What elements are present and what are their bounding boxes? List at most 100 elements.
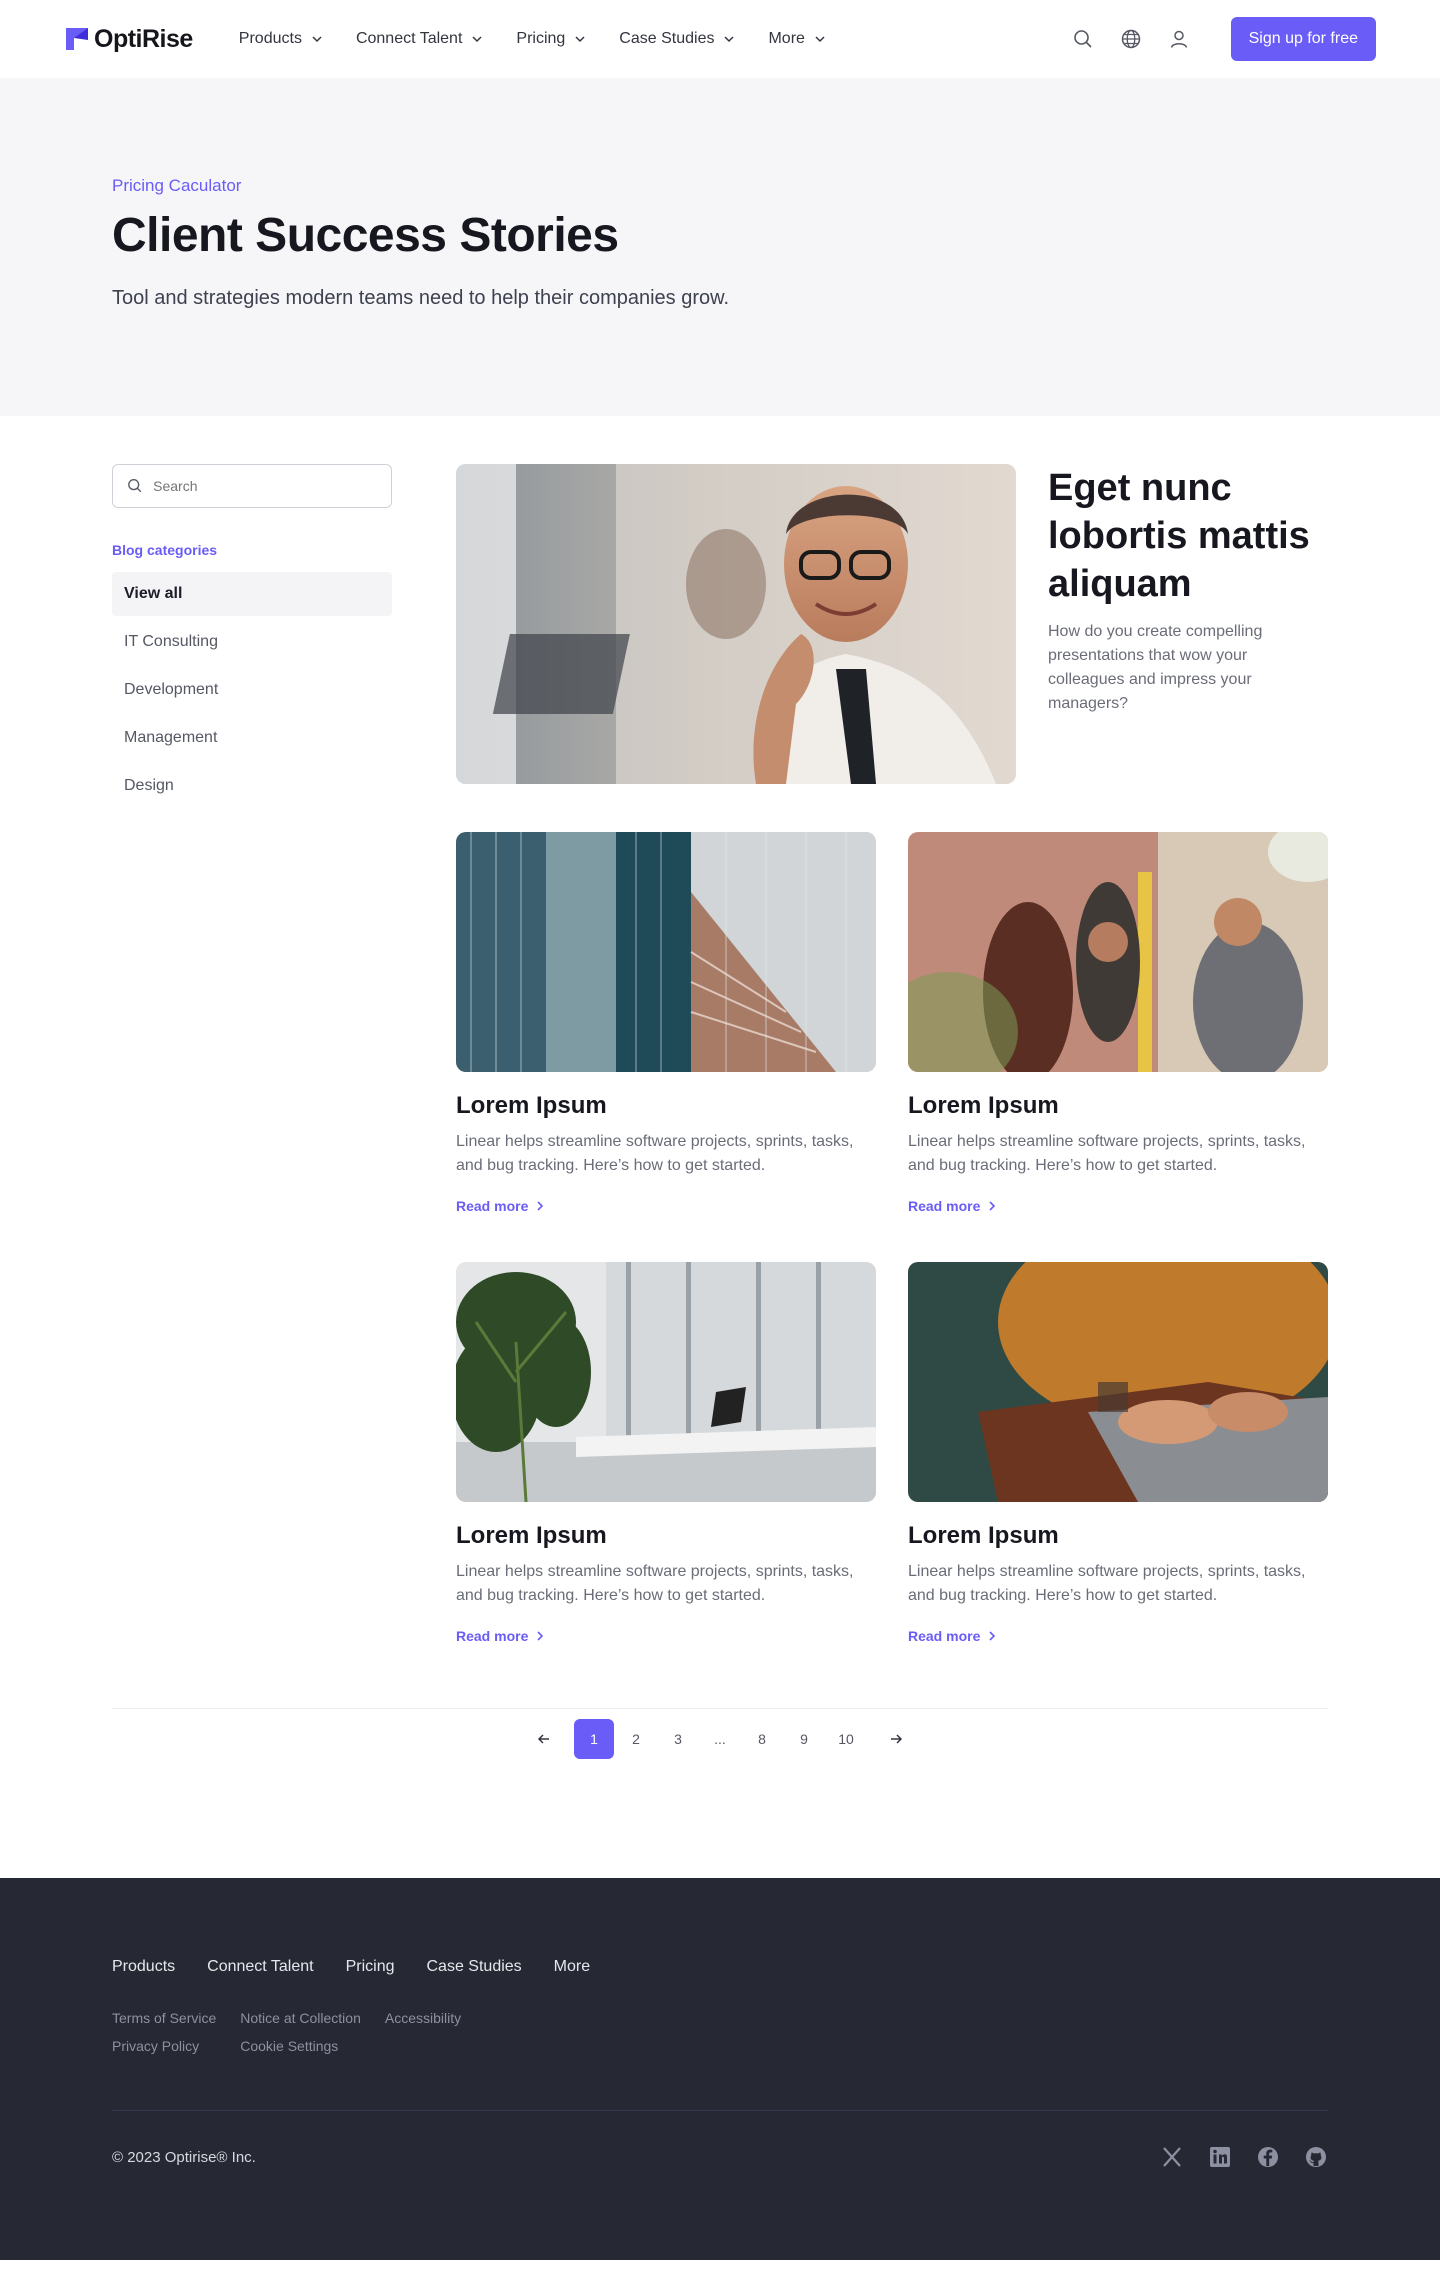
footer-bottom: © 2023 Optirise® Inc. — [112, 2110, 1328, 2169]
chevron-down-icon — [815, 36, 825, 43]
menu-connect-talent[interactable]: Connect Talent — [340, 19, 500, 59]
post-title[interactable]: Lorem Ipsum — [456, 1522, 876, 1550]
featured-title[interactable]: Eget nunc lobortis mattis aliquam — [1048, 464, 1328, 608]
footer-nav: Products Connect Talent Pricing Case Stu… — [112, 1958, 1328, 1976]
page-button[interactable]: 3 — [658, 1719, 698, 1759]
footer-link-more[interactable]: More — [554, 1958, 590, 1976]
footer: Products Connect Talent Pricing Case Stu… — [0, 1878, 1440, 2260]
post-card: Lorem Ipsum Linear helps streamline soft… — [908, 1262, 1328, 1644]
cookie-settings-link[interactable]: Cookie Settings — [240, 2038, 361, 2054]
page-button[interactable]: 8 — [742, 1719, 782, 1759]
featured-description: How do you create compelling presentatio… — [1048, 623, 1263, 712]
search-box[interactable] — [112, 464, 392, 508]
next-page-button[interactable] — [868, 1719, 924, 1759]
post-title[interactable]: Lorem Ipsum — [456, 1092, 876, 1120]
category-it-consulting[interactable]: IT Consulting — [112, 620, 392, 664]
category-development[interactable]: Development — [112, 668, 392, 712]
read-more-link[interactable]: Read more — [908, 1198, 1328, 1214]
post-grid: Lorem Ipsum Linear helps streamline soft… — [456, 832, 1328, 1644]
post-excerpt: Linear helps streamline software project… — [908, 1563, 1306, 1604]
read-more-label: Read more — [908, 1198, 981, 1214]
hero: Pricing Caculator Client Success Stories… — [0, 78, 1440, 416]
menu-products[interactable]: Products — [223, 19, 340, 59]
footer-link-products[interactable]: Products — [112, 1958, 175, 1976]
menu-case-studies[interactable]: Case Studies — [603, 19, 752, 59]
featured-post: Eget nunc lobortis mattis aliquam How do… — [456, 464, 1328, 784]
read-more-link[interactable]: Read more — [908, 1628, 1328, 1644]
post-image[interactable] — [456, 832, 876, 1072]
social-links — [1160, 2145, 1328, 2169]
github-icon[interactable] — [1304, 2145, 1328, 2169]
page-title: Client Success Stories — [112, 209, 619, 262]
post-excerpt: Linear helps streamline software project… — [456, 1133, 854, 1174]
menu-label: More — [768, 30, 805, 47]
prev-page-button[interactable] — [516, 1719, 572, 1759]
top-nav: OptiRise Products Connect Talent Pricing… — [0, 0, 1440, 78]
page-button[interactable]: 2 — [616, 1719, 656, 1759]
read-more-label: Read more — [456, 1628, 529, 1644]
globe-icon[interactable] — [1107, 19, 1155, 59]
read-more-link[interactable]: Read more — [456, 1198, 876, 1214]
menu-more[interactable]: More — [752, 19, 842, 59]
categories-title: Blog categories — [112, 542, 218, 558]
post-image[interactable] — [908, 1262, 1328, 1502]
menu-pricing[interactable]: Pricing — [500, 19, 603, 59]
page-button[interactable]: 1 — [574, 1719, 614, 1759]
menu-label: Connect Talent — [355, 30, 463, 47]
post-card: Lorem Ipsum Linear helps streamline soft… — [456, 1262, 876, 1644]
chevron-right-icon — [537, 1201, 544, 1211]
post-title[interactable]: Lorem Ipsum — [908, 1092, 1328, 1120]
hero-eyebrow: Pricing Caculator — [112, 176, 242, 195]
terms-link[interactable]: Terms of Service — [112, 2010, 216, 2026]
menu-label: Products — [238, 30, 302, 47]
chevron-down-icon — [312, 36, 322, 43]
chevron-right-icon — [989, 1631, 996, 1641]
post-title[interactable]: Lorem Ipsum — [908, 1522, 1328, 1550]
post-image[interactable] — [908, 832, 1328, 1072]
search-icon — [128, 479, 142, 493]
page-ellipsis: ... — [714, 1731, 726, 1747]
category-view-all[interactable]: View all — [112, 572, 392, 616]
post-excerpt: Linear helps streamline software project… — [908, 1133, 1306, 1174]
logo-icon — [64, 26, 90, 52]
arrow-left-icon — [537, 1734, 549, 1744]
page-button[interactable]: 10 — [826, 1719, 866, 1759]
post-image[interactable] — [456, 1262, 876, 1502]
read-more-label: Read more — [908, 1628, 981, 1644]
privacy-link[interactable]: Privacy Policy — [112, 2038, 216, 2054]
logo-text: OptiRise — [94, 24, 193, 53]
chevron-down-icon — [724, 36, 734, 43]
footer-link-pricing[interactable]: Pricing — [346, 1958, 395, 1976]
category-design[interactable]: Design — [112, 764, 392, 808]
search-icon[interactable] — [1059, 19, 1107, 59]
copyright: © 2023 Optirise® Inc. — [112, 2148, 256, 2166]
featured-image[interactable] — [456, 464, 1016, 784]
signup-button[interactable]: Sign up for free — [1230, 17, 1376, 61]
x-icon[interactable] — [1160, 2145, 1184, 2169]
footer-link-connect-talent[interactable]: Connect Talent — [207, 1958, 313, 1976]
footer-link-case-studies[interactable]: Case Studies — [427, 1958, 522, 1976]
read-more-link[interactable]: Read more — [456, 1628, 876, 1644]
menu-label: Pricing — [516, 30, 566, 47]
nav-actions: Sign up for free — [1059, 17, 1376, 61]
chevron-right-icon — [537, 1631, 544, 1641]
notice-link[interactable]: Notice at Collection — [240, 2010, 361, 2026]
search-input[interactable] — [153, 478, 377, 494]
user-icon[interactable] — [1155, 19, 1203, 59]
read-more-label: Read more — [456, 1198, 529, 1214]
category-management[interactable]: Management — [112, 716, 392, 760]
page-button[interactable]: 9 — [784, 1719, 824, 1759]
chevron-right-icon — [989, 1201, 996, 1211]
menu-label: Case Studies — [619, 30, 715, 47]
accessibility-link[interactable]: Accessibility — [385, 2010, 461, 2026]
logo[interactable]: OptiRise — [64, 25, 193, 54]
featured-text: Eget nunc lobortis mattis aliquam How do… — [1048, 464, 1328, 784]
main-menu: Products Connect Talent Pricing Case Stu… — [223, 19, 843, 59]
post-card: Lorem Ipsum Linear helps streamline soft… — [908, 832, 1328, 1214]
pagination-area: 1 2 3 ... 8 9 10 — [112, 1708, 1328, 1878]
hero-subtitle: Tool and strategies modern teams need to… — [112, 287, 730, 309]
blog-section: Blog categories View all IT Consulting D… — [0, 416, 1440, 1644]
arrow-right-icon — [891, 1734, 903, 1744]
linkedin-icon[interactable] — [1208, 2145, 1232, 2169]
facebook-icon[interactable] — [1256, 2145, 1280, 2169]
